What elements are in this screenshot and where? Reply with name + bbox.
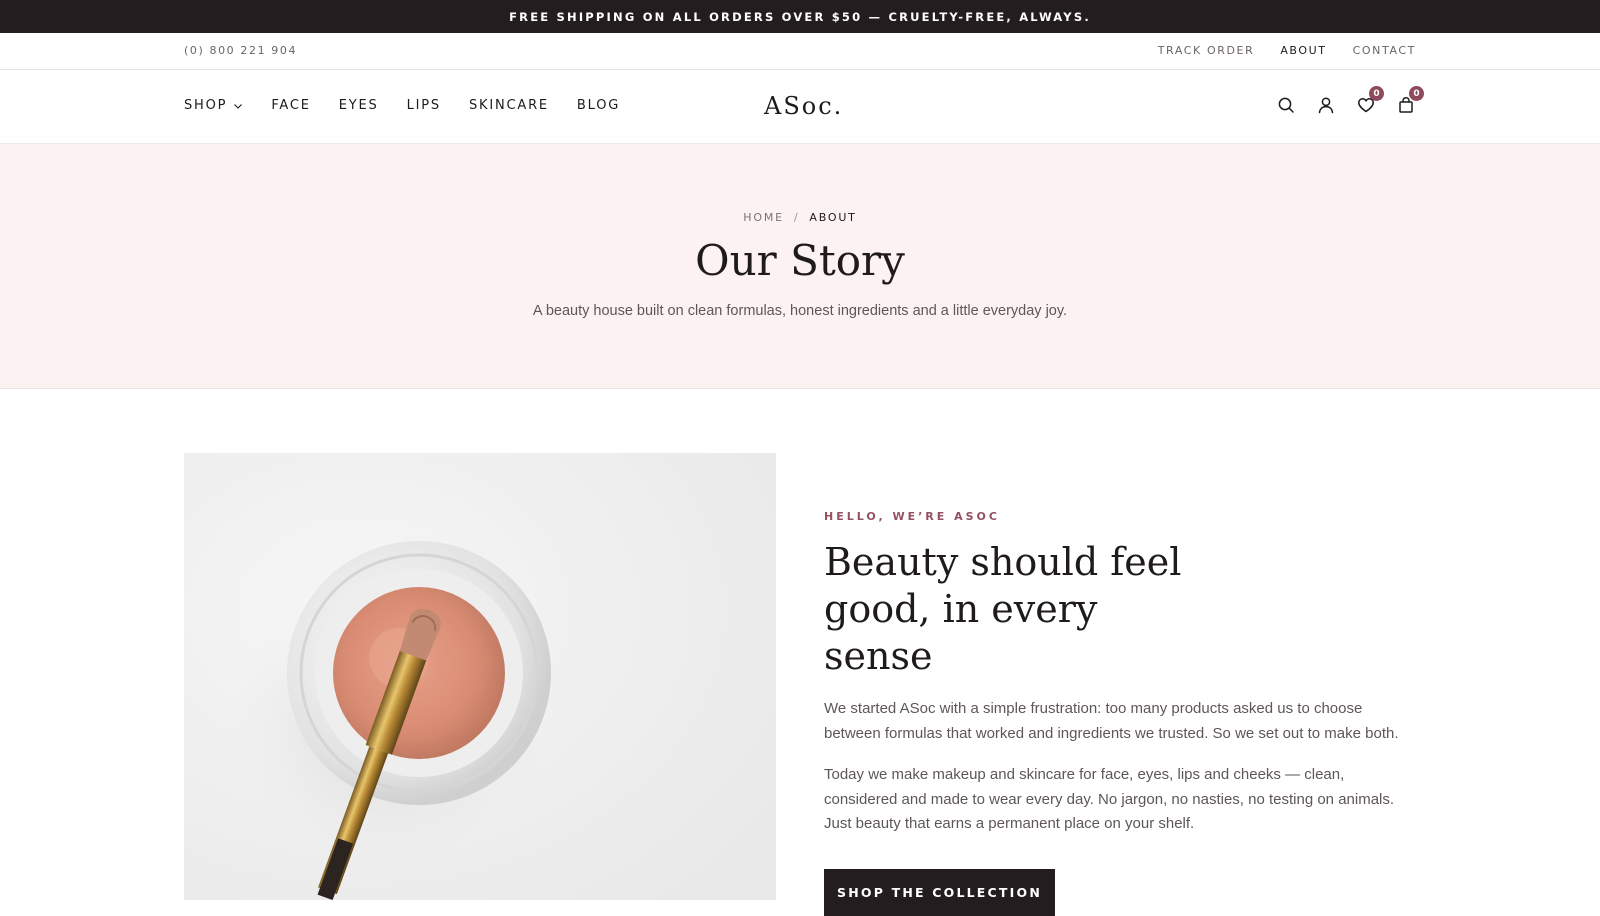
nav-item-face[interactable]: FACE	[271, 98, 310, 113]
intro-section: HELLO, WE’RE ASOC Beauty should feel goo…	[824, 510, 1404, 916]
nav-item-shop[interactable]: SHOP	[184, 98, 243, 113]
nav-item-eyes[interactable]: EYES	[339, 98, 379, 113]
nav-item-skincare[interactable]: SKINCARE	[469, 98, 549, 113]
nav-item-label: EYES	[338, 98, 379, 113]
track-order-link[interactable]: TRACK ORDER	[1158, 44, 1255, 57]
nav-item-label: BLOG	[576, 98, 621, 113]
search-icon	[1278, 97, 1294, 113]
header-icons: 0 0	[1276, 86, 1424, 116]
nav-item-blog[interactable]: BLOG	[577, 98, 620, 113]
cart-count-badge: 0	[1409, 86, 1424, 101]
breadcrumb: HOME / ABOUT	[0, 211, 1600, 224]
about-link[interactable]: ABOUT	[1280, 44, 1326, 57]
brand-logo[interactable]: ASoc.	[764, 92, 843, 120]
intro-paragraph-1: We started ASoc with a simple frustratio…	[824, 700, 1399, 742]
nav-item-label: SHOP	[184, 98, 228, 113]
cart-button[interactable]: 0	[1396, 86, 1424, 116]
chevron-down-icon	[234, 103, 243, 109]
page-subtitle: A beauty house built on clean formulas, …	[532, 303, 1068, 319]
page-title: Our Story	[695, 236, 905, 285]
nav-links: SHOP FACE EYES LIPS SKINCARE BLOG	[184, 98, 620, 113]
breadcrumb-separator: /	[793, 211, 800, 224]
main-navigation: SHOP FACE EYES LIPS SKINCARE BLOG ASoc. …	[0, 70, 1600, 144]
wishlist-count-badge: 0	[1369, 86, 1384, 101]
announcement-text: FREE SHIPPING ON ALL ORDERS OVER $50 — C…	[509, 9, 1091, 24]
account-button[interactable]	[1316, 94, 1336, 116]
breadcrumb-home-link[interactable]: HOME	[743, 211, 784, 224]
nav-item-label: LIPS	[406, 98, 441, 113]
search-button[interactable]	[1276, 94, 1296, 116]
nav-item-lips[interactable]: LIPS	[407, 98, 441, 113]
shop-collection-button[interactable]: SHOP THE COLLECTION	[824, 868, 1055, 916]
nav-item-label: FACE	[271, 98, 311, 113]
page-hero: HOME / ABOUT Our Story A beauty house buil…	[0, 144, 1600, 389]
intro-eyebrow: HELLO, WE’RE ASOC	[824, 510, 1000, 523]
announcement-bar: FREE SHIPPING ON ALL ORDERS OVER $50 — C…	[0, 0, 1600, 33]
user-icon	[1318, 97, 1334, 114]
utility-links: TRACK ORDER ABOUT CONTACT	[1158, 44, 1416, 57]
contact-link[interactable]: CONTACT	[1353, 44, 1416, 57]
intro-paragraph-2: Today we make makeup and skincare for fa…	[824, 766, 1395, 832]
breadcrumb-current: ABOUT	[809, 211, 857, 224]
phone-number[interactable]: (0) 800 221 904	[184, 44, 297, 57]
product-photo	[184, 453, 776, 900]
utility-bar: (0) 800 221 904 TRACK ORDER ABOUT CONTAC…	[0, 33, 1600, 70]
wishlist-button[interactable]: 0	[1356, 86, 1384, 116]
nav-item-label: SKINCARE	[468, 98, 549, 113]
intro-heading: Beauty should feel good, in every sense	[824, 540, 1182, 678]
blush-pot-with-brush-image	[184, 453, 776, 900]
